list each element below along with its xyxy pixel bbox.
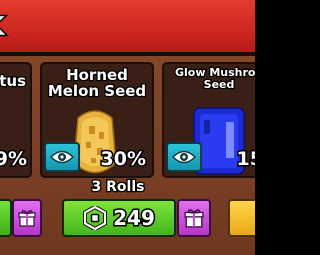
price-label: 249 — [112, 205, 157, 232]
eye-icon — [172, 150, 196, 164]
seed-chance: 30% — [99, 147, 148, 172]
gift-roll-button[interactable] — [177, 199, 211, 237]
gift-button-left[interactable] — [12, 199, 42, 237]
view-button[interactable] — [44, 142, 80, 172]
seed-card-horned-melon[interactable]: Horned Melon Seed 30% — [40, 62, 154, 178]
seed-card-glow-mushroom[interactable]: Glow Mushroo Seed 15% — [162, 62, 255, 178]
seed-card-left[interactable]: tus 9% — [0, 62, 32, 178]
eye-icon — [50, 150, 74, 164]
buy-button-left[interactable] — [0, 199, 12, 237]
title-bar: k — [0, 0, 255, 56]
seed-chance: 9% — [0, 147, 29, 172]
seed-name: Glow Mushroo Seed — [174, 66, 255, 91]
buy-roll-button[interactable]: 249 — [62, 199, 176, 237]
shop-title: k — [0, 3, 6, 46]
buy-button-right[interactable] — [228, 199, 255, 237]
seed-name: Horned Melon Seed — [47, 66, 148, 100]
view-button[interactable] — [166, 142, 202, 172]
gift-icon — [184, 209, 204, 228]
gift-icon — [18, 210, 36, 227]
seed-name: tus — [0, 72, 27, 90]
rolls-label: 3 Rolls — [90, 178, 145, 197]
seed-chance: 15% — [235, 147, 255, 172]
robux-icon — [83, 206, 108, 230]
seed-shop-panel: k tus 9% Horned Melon Seed 30% — [0, 0, 255, 255]
